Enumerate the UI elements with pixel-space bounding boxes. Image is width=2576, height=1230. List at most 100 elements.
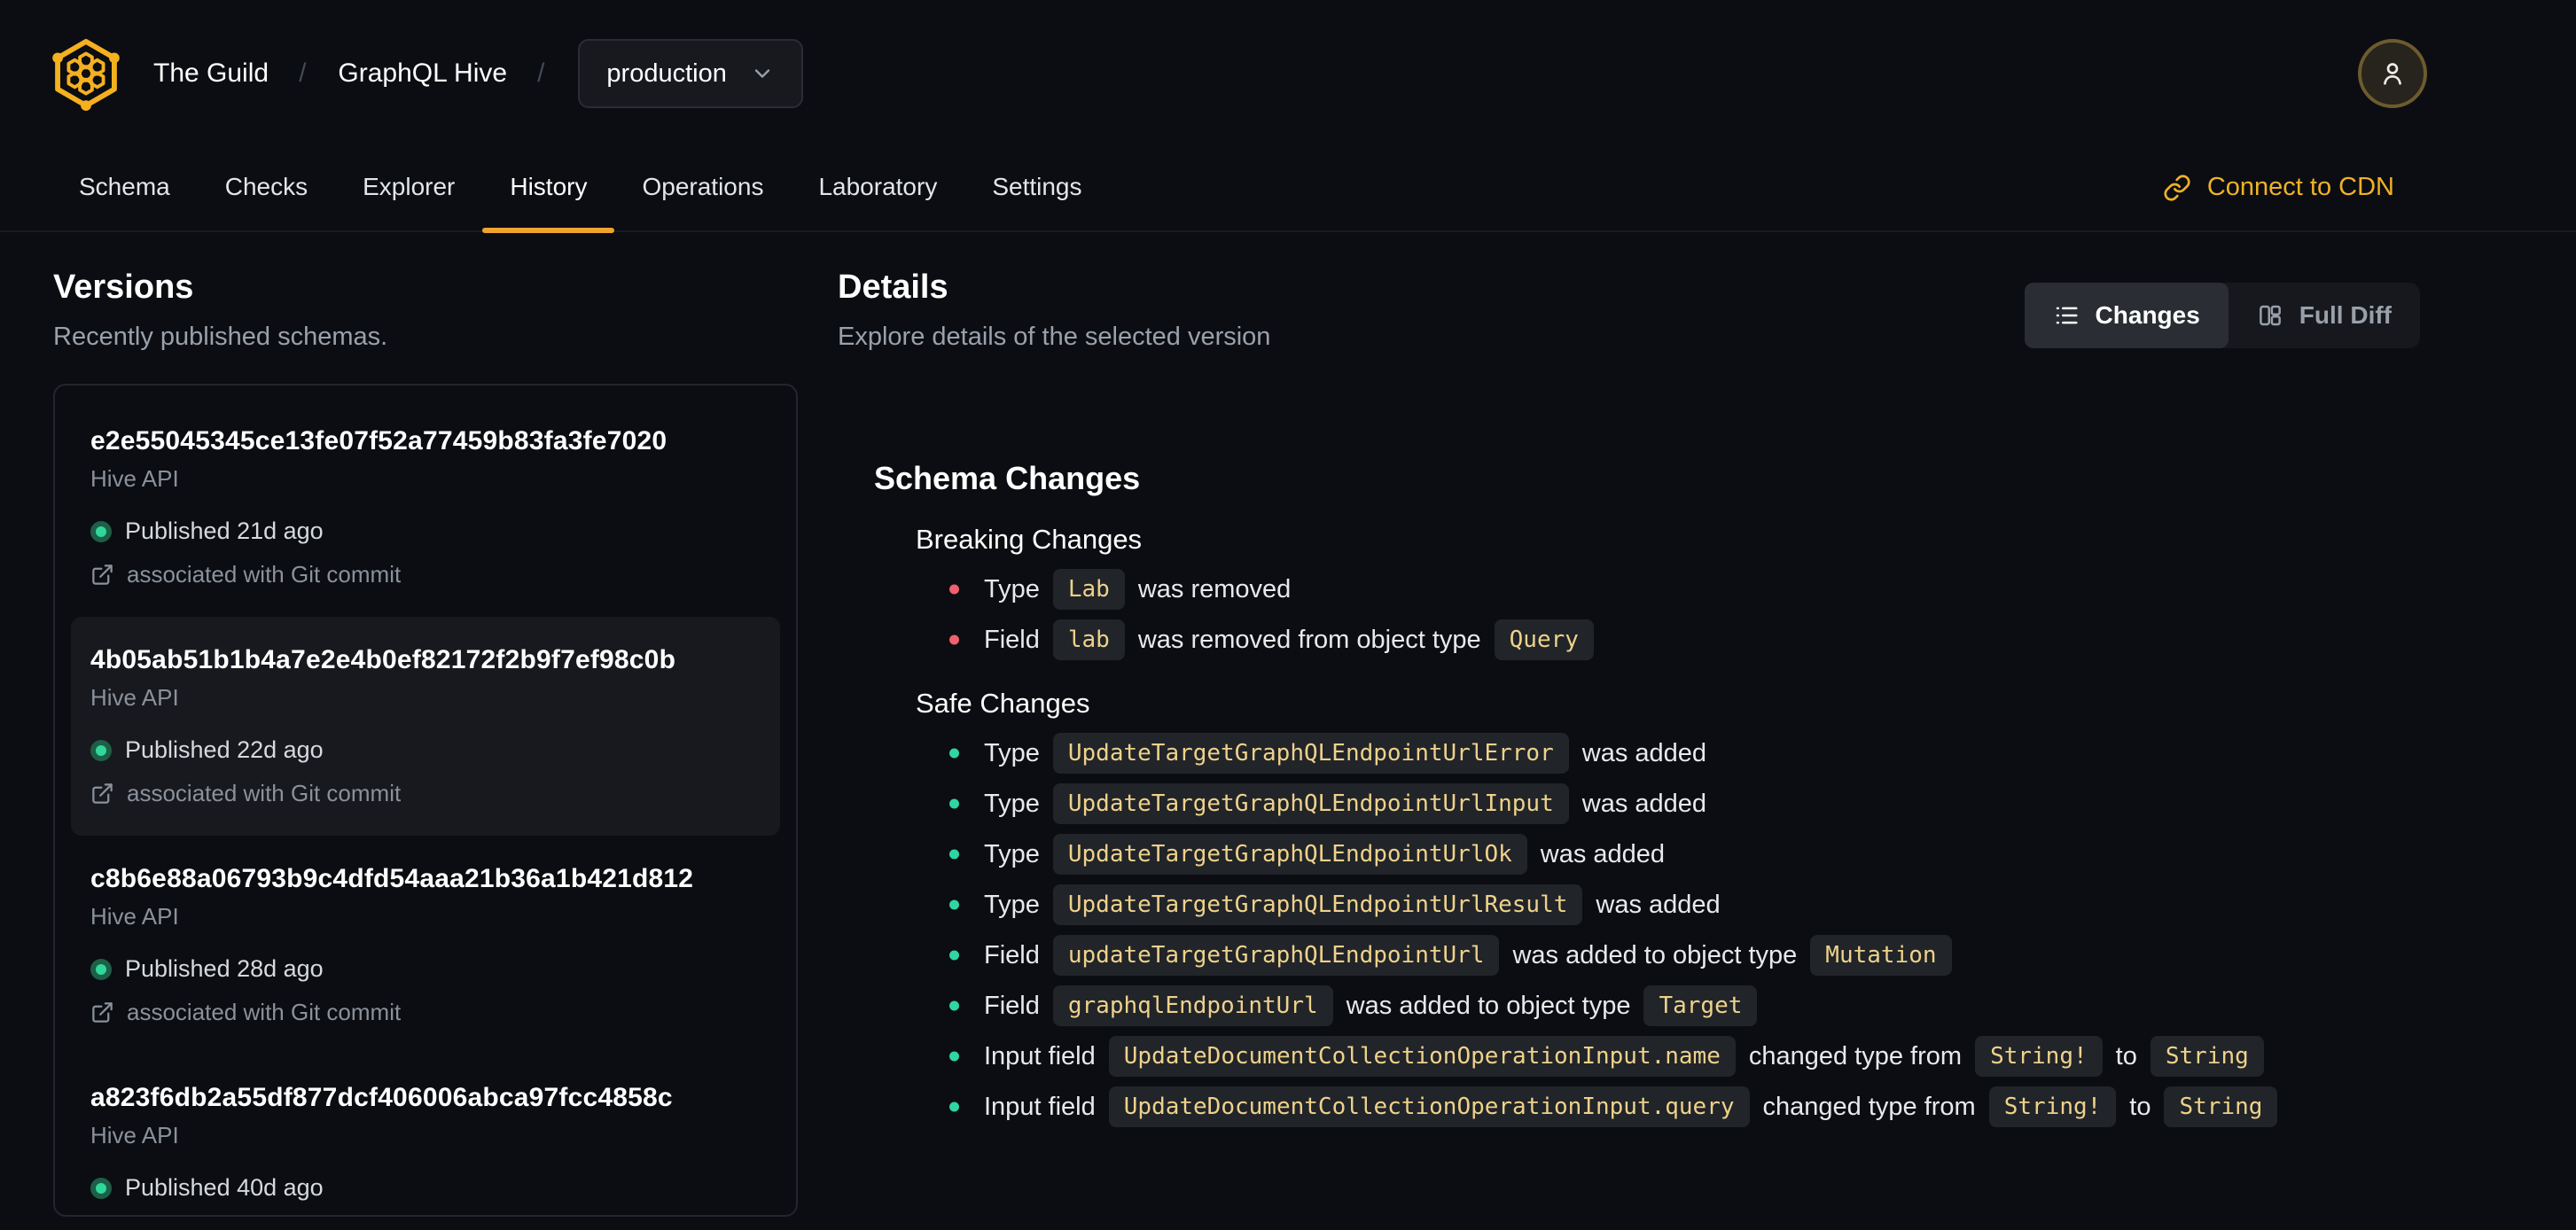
change-text: Field xyxy=(984,625,1040,654)
code-chip: UpdateTargetGraphQLEndpointUrlResult xyxy=(1052,884,1583,926)
tab-history[interactable]: History xyxy=(482,144,615,233)
code-chip: Lab xyxy=(1052,568,1125,611)
view-toggle-label: Changes xyxy=(2095,301,2200,329)
version-card[interactable]: 4b05ab51b1b4a7e2e4b0ef82172f2b9f7ef98c0b… xyxy=(71,617,780,836)
change-text: was removed xyxy=(1137,574,1292,603)
target-selector[interactable]: production xyxy=(578,39,803,108)
change-text: changed type from xyxy=(1748,1041,1963,1070)
published-label: Published 21d ago xyxy=(125,518,324,544)
version-hash: e2e55045345ce13fe07f52a77459b83fa3fe7020 xyxy=(90,426,667,455)
schema-changes-sections: Breaking Changes Type Lab was removed Field l… xyxy=(838,524,2576,1128)
version-service: Hive API xyxy=(90,465,179,492)
code-chip: updateTargetGraphQLEndpointUrl xyxy=(1052,934,1500,977)
change-text: changed type from xyxy=(1762,1092,1976,1121)
change-text: to xyxy=(2115,1041,2137,1070)
change-text: Type xyxy=(984,574,1040,603)
version-list: e2e55045345ce13fe07f52a77459b83fa3fe7020… xyxy=(53,384,798,1217)
change-text: Type xyxy=(984,839,1040,868)
version-hash: c8b6e88a06793b9c4dfd54aaa21b36a1b421d812 xyxy=(90,864,694,893)
change-text: was added xyxy=(1581,738,1707,767)
tab-checks[interactable]: Checks xyxy=(198,144,335,230)
change-item: Field updateTargetGraphQLEndpointUrl was a… xyxy=(838,934,2576,977)
breadcrumb: The Guild / GraphQL Hive / production xyxy=(49,0,803,147)
published-dot xyxy=(90,1177,112,1199)
change-item: Input field UpdateDocumentCollectionOpera… xyxy=(838,1086,2576,1128)
connect-cdn-link[interactable]: Connect to CDN xyxy=(2163,173,2394,202)
published-dot xyxy=(90,739,112,761)
change-text: was added xyxy=(1540,839,1666,868)
version-published-row: Published 21d ago xyxy=(90,518,761,545)
change-text: Field xyxy=(984,991,1040,1020)
link-icon xyxy=(2164,174,2190,201)
tab-explorer[interactable]: Explorer xyxy=(335,144,482,230)
section-title-breaking: Breaking Changes xyxy=(916,524,1143,555)
code-chip: String xyxy=(2164,1086,2278,1128)
git-commit-link[interactable]: associated with Git commit xyxy=(90,561,761,588)
tab-schema[interactable]: Schema xyxy=(51,144,198,230)
external-link-icon xyxy=(92,783,113,804)
section-title-safe: Safe Changes xyxy=(916,688,1090,719)
version-card[interactable]: a823f6db2a55df877dcf406006abca97fcc4858c… xyxy=(71,1055,780,1230)
change-text: Type xyxy=(984,738,1040,767)
code-chip: UpdateTargetGraphQLEndpointUrlError xyxy=(1052,732,1569,775)
chevron-down-icon xyxy=(754,69,770,78)
code-chip: lab xyxy=(1052,619,1125,661)
git-commit-label: associated with Git commit xyxy=(127,999,402,1025)
main-nav: Schema Checks Explorer History Operations Lab… xyxy=(51,144,1110,233)
version-published-row: Published 22d ago xyxy=(90,736,761,764)
code-chip: Target xyxy=(1643,985,1758,1027)
published-label: Published 28d ago xyxy=(125,955,324,982)
change-item: Type UpdateTargetGraphQLEndpointUrlInput w… xyxy=(838,782,2576,825)
versions-subtitle: Recently published schemas. xyxy=(53,323,388,351)
view-toggle-full-diff[interactable]: Full Diff xyxy=(2229,283,2420,348)
tab-settings[interactable]: Settings xyxy=(964,144,1109,230)
breadcrumb-separator: / xyxy=(537,58,545,88)
view-toggle-label: Full Diff xyxy=(2299,301,2392,329)
change-text: was added to object type xyxy=(1512,940,1798,969)
view-toggle: Changes Full Diff xyxy=(2024,283,2420,348)
user-menu-button[interactable] xyxy=(2358,39,2427,108)
breadcrumb-project[interactable]: GraphQL Hive xyxy=(338,58,507,89)
version-service: Hive API xyxy=(90,1122,179,1148)
breadcrumb-separator: / xyxy=(299,58,307,88)
git-commit-link[interactable]: associated with Git commit xyxy=(90,780,761,807)
external-link-icon xyxy=(92,564,113,585)
version-service: Hive API xyxy=(90,903,179,930)
version-published-row: Published 28d ago xyxy=(90,955,761,983)
change-text: Type xyxy=(984,789,1040,818)
change-text: was removed from object type xyxy=(1137,625,1481,654)
published-label: Published 22d ago xyxy=(125,736,324,763)
columns-icon xyxy=(2259,305,2281,326)
version-card[interactable]: e2e55045345ce13fe07f52a77459b83fa3fe7020… xyxy=(71,398,780,617)
git-commit-link[interactable]: associated with Git commit xyxy=(90,999,761,1026)
code-chip: graphqlEndpointUrl xyxy=(1052,985,1333,1027)
details-title: Details xyxy=(838,269,948,306)
change-item: Field graphqlEndpointUrl was added to obje… xyxy=(838,985,2576,1027)
change-item: Type UpdateTargetGraphQLEndpointUrlResult… xyxy=(838,884,2576,926)
change-text: was added xyxy=(1596,890,1721,919)
schema-changes-title: Schema Changes xyxy=(874,460,1141,496)
version-hash: 4b05ab51b1b4a7e2e4b0ef82172f2b9f7ef98c0b xyxy=(90,645,676,674)
code-chip: Query xyxy=(1494,619,1594,661)
details-panel: Details Explore details of the selected … xyxy=(838,269,2576,1151)
tab-operations[interactable]: Operations xyxy=(614,144,791,230)
change-item: Input field UpdateDocumentCollectionOpera… xyxy=(838,1035,2576,1078)
version-published-row: Published 40d ago xyxy=(90,1174,761,1202)
change-text: Type xyxy=(984,890,1040,919)
external-link-icon xyxy=(92,1002,113,1023)
code-chip: String! xyxy=(1975,1035,2103,1078)
hive-logo-icon[interactable] xyxy=(49,36,123,111)
view-toggle-changes[interactable]: Changes xyxy=(2024,283,2229,348)
change-item: Field lab was removed from object type Quer… xyxy=(838,619,2576,661)
code-chip: UpdateDocumentCollectionOperationInput.q… xyxy=(1108,1086,1750,1128)
change-text: Field xyxy=(984,940,1040,969)
tab-laboratory[interactable]: Laboratory xyxy=(791,144,964,230)
change-list-safe: Type UpdateTargetGraphQLEndpointUrlError w… xyxy=(838,732,2576,1128)
user-icon xyxy=(2384,63,2401,85)
version-hash: a823f6db2a55df877dcf406006abca97fcc4858c xyxy=(90,1083,673,1112)
change-item: Type UpdateTargetGraphQLEndpointUrlOk was … xyxy=(838,833,2576,876)
breadcrumb-org[interactable]: The Guild xyxy=(153,58,269,89)
version-card[interactable]: c8b6e88a06793b9c4dfd54aaa21b36a1b421d812… xyxy=(71,836,780,1055)
version-service: Hive API xyxy=(90,684,179,711)
code-chip: String xyxy=(2150,1035,2264,1078)
